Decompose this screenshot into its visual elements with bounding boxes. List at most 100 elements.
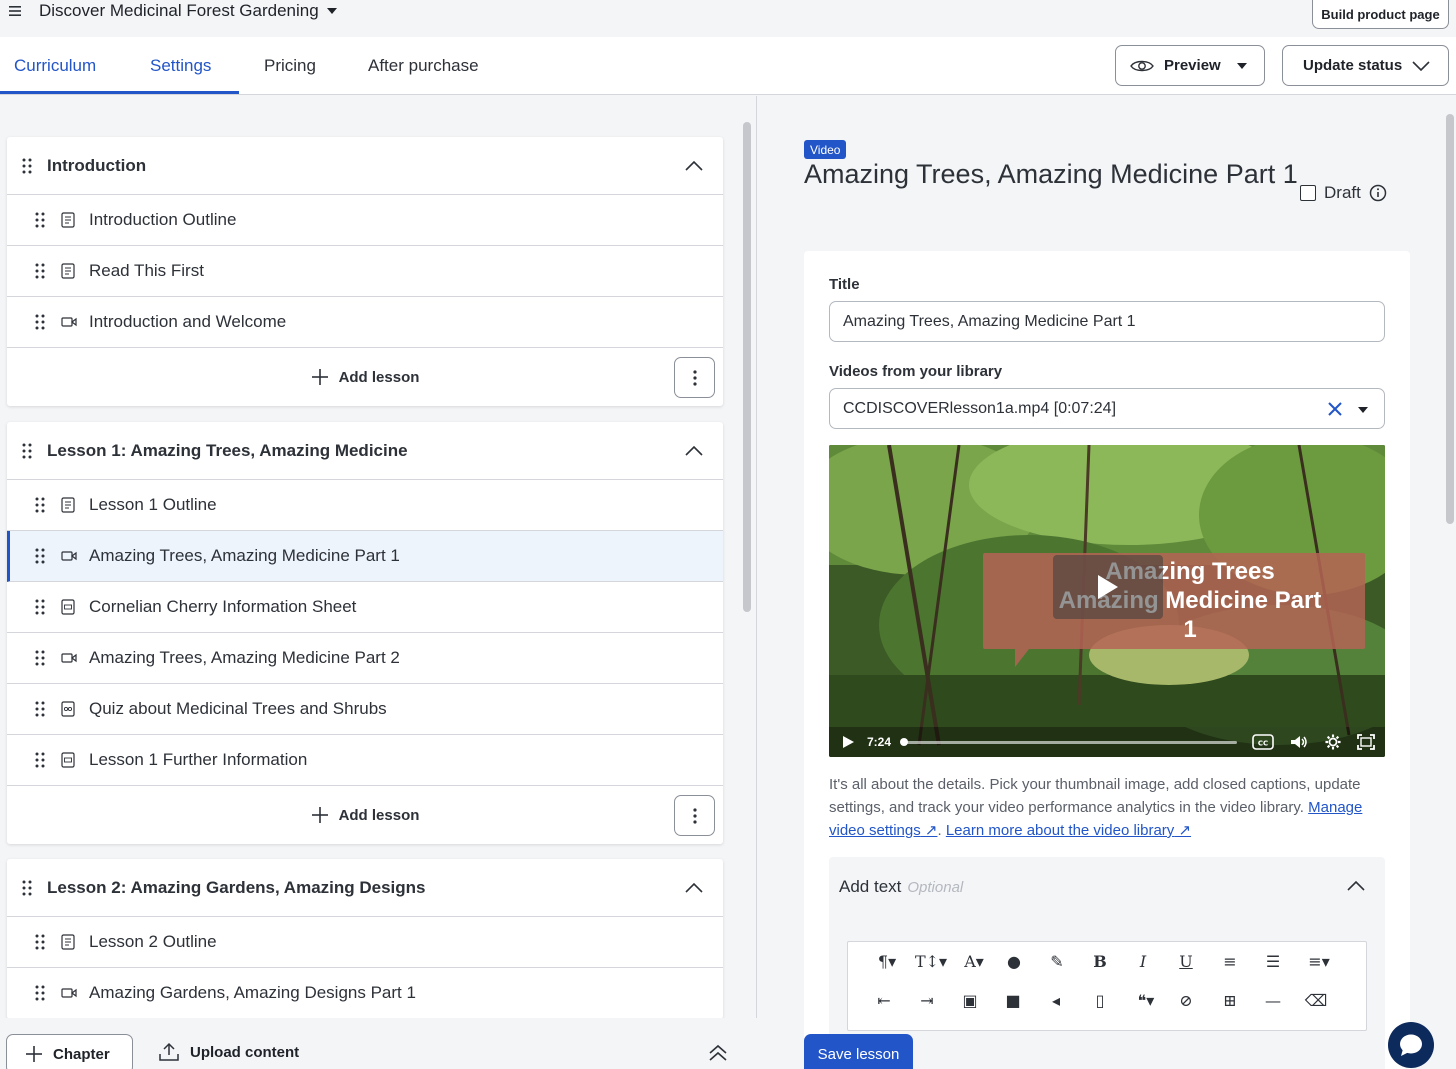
video-icon	[61, 551, 77, 561]
outdent-icon[interactable]: ⇤	[870, 989, 898, 1011]
chapter-options-button[interactable]	[674, 795, 715, 836]
update-status-button[interactable]: Update status	[1282, 45, 1449, 86]
quote-icon[interactable]: ❝▾	[1129, 989, 1163, 1011]
draft-toggle[interactable]: Draft	[1300, 183, 1387, 203]
fullscreen-icon[interactable]	[1357, 734, 1375, 750]
lesson-row[interactable]: Introduction Outline	[7, 195, 723, 246]
clear-format-icon[interactable]: ⌫	[1302, 989, 1330, 1011]
chapter-options-button[interactable]	[674, 357, 715, 398]
video-library-link[interactable]: Learn more about the video library ↗	[946, 822, 1191, 839]
video-library-select[interactable]: CCDISCOVERlesson1a.mp4 [0:07:24]	[829, 388, 1385, 429]
settings-gear-icon[interactable]	[1324, 734, 1342, 750]
underline-icon[interactable]: U	[1172, 950, 1200, 972]
drag-handle-icon[interactable]	[35, 314, 45, 330]
tab-pricing[interactable]: Pricing	[264, 37, 316, 94]
drag-handle-icon[interactable]	[22, 443, 32, 459]
chat-support-button[interactable]	[1388, 1022, 1434, 1068]
drag-handle-icon[interactable]	[35, 934, 45, 950]
kebab-menu-icon	[692, 807, 697, 824]
drag-handle-icon[interactable]	[35, 650, 45, 666]
lesson-row[interactable]: Quiz about Medicinal Trees and Shrubs	[7, 684, 723, 735]
bold-icon[interactable]: B	[1086, 950, 1114, 972]
table-icon[interactable]: ⊞	[1216, 989, 1244, 1011]
caret-down-icon[interactable]	[1358, 407, 1368, 413]
add-lesson-button[interactable]: Add lesson	[311, 806, 419, 824]
progress-handle[interactable]	[900, 738, 908, 746]
link-icon[interactable]: ⊘	[1172, 989, 1200, 1011]
lesson-row[interactable]: Introduction and Welcome	[7, 297, 723, 348]
insert-file-icon[interactable]: ▯	[1086, 989, 1114, 1011]
lesson-row[interactable]: Lesson 1 Outline	[7, 480, 723, 531]
lesson-row[interactable]: Amazing Trees, Amazing Medicine Part 2	[7, 633, 723, 684]
font-family-icon[interactable]: A▾	[957, 950, 991, 972]
lesson-title: Amazing Trees, Amazing Medicine Part 2	[89, 648, 400, 667]
right-scrollbar[interactable]	[1446, 114, 1454, 524]
font-size-icon[interactable]: T↕▾	[914, 950, 948, 972]
curriculum-bottom-bar: Chapter Upload content	[0, 1018, 757, 1069]
closed-captions-icon[interactable]: CC	[1252, 734, 1274, 750]
drag-handle-icon[interactable]	[35, 548, 45, 564]
chapter-header[interactable]: Lesson 1: Amazing Trees, Amazing Medicin…	[7, 422, 723, 480]
course-title-dropdown[interactable]: Discover Medicinal Forest Gardening	[39, 1, 337, 21]
chevron-up-icon[interactable]	[685, 445, 703, 456]
title-input[interactable]: Amazing Trees, Amazing Medicine Part 1	[829, 301, 1385, 342]
text-color-icon[interactable]: ●	[1000, 950, 1028, 972]
lesson-title: Amazing Trees, Amazing Medicine Part 1	[89, 546, 400, 565]
left-scrollbar[interactable]	[743, 122, 751, 612]
lesson-row[interactable]: Lesson 2 Outline	[7, 917, 723, 968]
build-product-page-button[interactable]: Build product page	[1312, 0, 1449, 29]
ordered-list-icon[interactable]: ≡	[1216, 950, 1244, 972]
chapter-header[interactable]: Lesson 2: Amazing Gardens, Amazing Desig…	[7, 859, 723, 917]
align-icon[interactable]: ≡▾	[1302, 950, 1336, 972]
tab-after-purchase[interactable]: After purchase	[368, 37, 479, 94]
horizontal-rule-icon[interactable]: —	[1259, 989, 1287, 1011]
chevron-up-icon[interactable]	[1347, 881, 1365, 891]
chevron-up-icon[interactable]	[685, 882, 703, 893]
info-icon[interactable]	[1369, 184, 1387, 202]
tab-curriculum[interactable]: Curriculum	[14, 37, 96, 94]
add-text-header[interactable]: Add text Optional	[839, 877, 963, 897]
chevron-up-icon[interactable]	[685, 160, 703, 171]
insert-image-icon[interactable]: ▣	[956, 989, 984, 1011]
indent-icon[interactable]: ⇥	[913, 989, 941, 1011]
draft-checkbox[interactable]	[1300, 185, 1316, 201]
insert-video-icon[interactable]: ■	[999, 989, 1027, 1011]
drag-handle-icon[interactable]	[35, 212, 45, 228]
play-small-icon[interactable]	[841, 734, 855, 750]
drag-handle-icon[interactable]	[35, 263, 45, 279]
lesson-row[interactable]: Amazing Gardens, Amazing Designs Part 1	[7, 968, 723, 1019]
lesson-title: Cornelian Cherry Information Sheet	[89, 597, 357, 616]
chapter-header[interactable]: Introduction	[7, 137, 723, 195]
drag-handle-icon[interactable]	[35, 701, 45, 717]
drag-handle-icon[interactable]	[35, 599, 45, 615]
bullet-list-icon[interactable]: ☰	[1259, 950, 1287, 972]
lesson-row-selected[interactable]: Amazing Trees, Amazing Medicine Part 1	[7, 531, 723, 582]
save-lesson-button[interactable]: Save lesson	[804, 1034, 913, 1069]
lesson-row[interactable]: Read This First	[7, 246, 723, 297]
add-chapter-button[interactable]: Chapter	[6, 1034, 133, 1069]
italic-icon[interactable]: I	[1129, 950, 1157, 972]
highlight-brush-icon[interactable]: ✎	[1043, 950, 1071, 972]
lesson-heading: Amazing Trees, Amazing Medicine Part 1	[804, 159, 1298, 189]
preview-button[interactable]: Preview	[1115, 45, 1265, 86]
drag-handle-icon[interactable]	[35, 752, 45, 768]
drag-handle-icon[interactable]	[35, 985, 45, 1001]
upload-content-button[interactable]: Upload content	[158, 1042, 299, 1062]
video-player[interactable]: Amazing Trees Amazing Medicine Part 1 7:…	[829, 445, 1385, 757]
lesson-row[interactable]: Cornelian Cherry Information Sheet	[7, 582, 723, 633]
insert-audio-icon[interactable]: ◂	[1042, 989, 1070, 1011]
drag-handle-icon[interactable]	[35, 497, 45, 513]
drag-handle-icon[interactable]	[22, 880, 32, 896]
tab-settings[interactable]: Settings	[150, 37, 211, 94]
collapse-all-icon[interactable]	[708, 1044, 728, 1062]
clear-icon[interactable]	[1328, 402, 1342, 416]
lesson-row[interactable]: Lesson 1 Further Information	[7, 735, 723, 786]
play-button[interactable]	[1053, 555, 1163, 619]
hamburger-menu-icon[interactable]	[8, 3, 24, 19]
paragraph-format-icon[interactable]: ¶▾	[870, 950, 904, 972]
video-progress-bar[interactable]	[900, 738, 1237, 746]
drag-handle-icon[interactable]	[22, 158, 32, 174]
volume-icon[interactable]	[1290, 734, 1308, 750]
add-lesson-button[interactable]: Add lesson	[311, 368, 419, 386]
kebab-menu-icon	[692, 369, 697, 386]
